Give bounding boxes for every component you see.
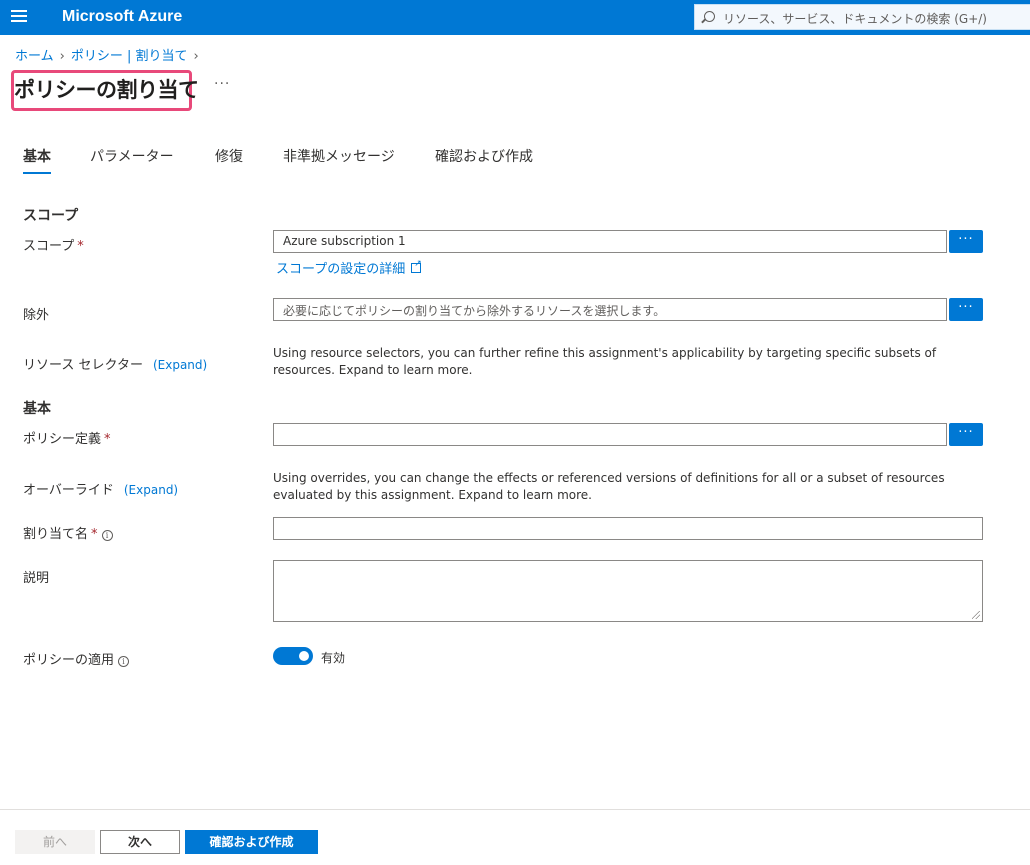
policy-enforcement-toggle[interactable] [273,647,313,665]
scope-learn-more-text: スコープの設定の詳細 [276,262,406,277]
scope-learn-more-link[interactable]: スコープの設定の詳細 [276,258,422,277]
resize-grip-icon[interactable] [972,611,980,619]
search-icon [704,11,715,22]
description-label: 説明 [23,571,50,586]
exclusions-browse-button[interactable]: ··· [949,298,983,321]
breadcrumb-policy-assignments[interactable]: ポリシー | 割り当て [71,49,188,64]
breadcrumb: ホーム › ポリシー | 割り当て › [15,45,205,64]
previous-button[interactable]: 前へ [15,830,95,854]
resource-selectors-label: リソース セレクター (Expand) [23,354,207,373]
chevron-right-icon: › [193,49,199,64]
resource-selectors-label-text: リソース セレクター [23,358,143,373]
overrides-description: Using overrides, you can change the effe… [273,471,945,502]
tab-review-create[interactable]: 確認および作成 [435,146,533,166]
scope-field[interactable]: Azure subscription 1 [273,230,947,253]
policy-definition-label: ポリシー定義 * [23,428,111,447]
scope-label-text: スコープ [23,239,75,254]
brand-name[interactable]: Microsoft Azure [62,8,182,26]
policy-enforcement-value: 有効 [321,651,346,665]
tab-remediation[interactable]: 修復 [215,146,243,166]
review-create-button[interactable]: 確認および作成 [185,830,318,854]
external-link-icon [411,259,422,273]
scope-section-heading: スコープ [23,208,79,224]
policy-enforcement-label: ポリシーの適用 i [23,649,130,668]
assignment-name-label-text: 割り当て名 [23,527,89,542]
page-title: ポリシーの割り当て [14,78,199,102]
tab-parameters[interactable]: パラメーター [90,146,174,166]
policy-enforcement-label-text: ポリシーの適用 [23,653,115,668]
global-search-input[interactable]: リソース、サービス、ドキュメントの検索 (G+/) [694,4,1030,30]
tab-basics[interactable]: 基本 [23,146,51,174]
chevron-right-icon: › [59,49,65,64]
exclusions-field[interactable]: 必要に応じてポリシーの割り当てから除外するリソースを選択します。 [273,298,947,321]
footer-divider [0,809,1030,810]
basics-section-heading: 基本 [23,401,51,417]
next-button[interactable]: 次へ [100,830,180,854]
assignment-name-field[interactable] [273,517,983,540]
search-placeholder: リソース、サービス、ドキュメントの検索 (G+/) [723,12,987,26]
overrides-label: オーバーライド (Expand) [23,479,178,498]
description-textarea[interactable] [273,560,983,622]
overrides-label-text: オーバーライド [23,483,114,498]
tab-non-compliance-messages[interactable]: 非準拠メッセージ [283,146,395,166]
resource-selectors-expand-link[interactable]: (Expand) [153,358,207,372]
policy-definition-browse-button[interactable]: ··· [949,423,983,446]
top-bar: Microsoft Azure リソース、サービス、ドキュメントの検索 (G+/… [0,0,1030,35]
more-options-icon[interactable]: ··· [214,76,230,92]
assignment-name-label: 割り当て名 * i [23,523,113,542]
required-mark: * [104,432,111,447]
scope-label: スコープ * [23,235,84,254]
exclusions-label: 除外 [23,308,50,323]
required-mark: * [77,239,84,254]
hamburger-menu-icon[interactable] [11,10,27,24]
resource-selectors-description: Using resource selectors, you can furthe… [273,346,937,377]
required-mark: * [91,527,98,542]
toggle-knob [299,651,309,661]
info-icon[interactable]: i [118,656,130,667]
scope-browse-button[interactable]: ··· [949,230,983,253]
info-icon[interactable]: i [101,530,113,541]
overrides-expand-link[interactable]: (Expand) [124,483,178,497]
policy-definition-label-text: ポリシー定義 [23,432,102,447]
breadcrumb-home[interactable]: ホーム [15,49,54,64]
policy-definition-field[interactable] [273,423,947,446]
